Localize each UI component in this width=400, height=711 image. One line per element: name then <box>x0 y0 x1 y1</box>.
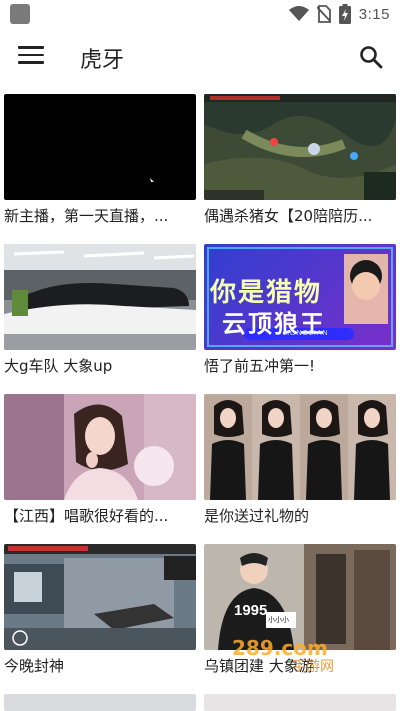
status-icons: 3:15 <box>288 4 390 24</box>
app-title: 虎牙 <box>80 48 125 73</box>
stream-title: 是你送过礼物的 <box>204 507 310 525</box>
site-watermark: 289.com 手游网 <box>232 636 382 676</box>
stream-thumbnail <box>4 394 196 500</box>
thumb-streamer-name: HONGLIAN <box>284 330 329 337</box>
wifi-icon <box>288 6 309 21</box>
stream-thumbnail <box>204 694 396 711</box>
battery-charging-icon <box>338 4 351 24</box>
thumb-shirt-text: 1995 <box>234 602 268 619</box>
watermark-subtitle: 手游网 <box>292 659 334 675</box>
search-icon[interactable] <box>358 44 384 70</box>
stream-title: 今晚封神 <box>4 657 65 675</box>
stream-thumbnail: 你是猎物 云顶狼王 HONGLIAN <box>204 244 396 350</box>
status-bar: 3:15 <box>0 0 400 28</box>
stream-title: 大g车队 大象up <box>4 357 113 375</box>
app-bar: 虎牙 <box>0 28 400 86</box>
stream-card[interactable]: 新主播，第一天直播，... <box>4 94 196 244</box>
stream-thumbnail <box>4 94 196 200</box>
stream-card[interactable]: 是你送过礼物的 <box>204 394 396 544</box>
stream-title: 【江西】唱歌很好看的... <box>4 507 169 525</box>
stream-card[interactable]: 今晚封神 <box>4 544 196 694</box>
stream-thumbnail <box>204 394 396 500</box>
stream-card[interactable]: 【江西】唱歌很好看的... <box>4 394 196 544</box>
stream-title: 偶遇杀猪女【20陪陪历... <box>204 207 373 225</box>
stream-thumbnail <box>4 544 196 650</box>
stream-card-partial[interactable] <box>204 694 396 711</box>
app-notification-icon <box>10 4 30 24</box>
stream-card-partial[interactable] <box>4 694 196 711</box>
stream-title: 悟了前五冲第一! <box>204 357 316 375</box>
stream-thumbnail <box>204 94 396 200</box>
no-sim-icon <box>316 5 331 23</box>
stream-card[interactable]: 你是猎物 云顶狼王 HONGLIAN 悟了前五冲第一! <box>204 244 396 394</box>
thumb-sign-text: 小小小 <box>268 616 289 624</box>
stream-title: 新主播，第一天直播，... <box>4 207 169 225</box>
stream-thumbnail <box>4 244 196 350</box>
status-time: 3:15 <box>358 5 390 23</box>
stream-thumbnail: 1995 小小小 <box>204 544 396 650</box>
stream-thumbnail <box>4 694 196 711</box>
stream-card[interactable]: 大g车队 大象up <box>4 244 196 394</box>
menu-button[interactable] <box>18 46 44 68</box>
stream-card[interactable]: 偶遇杀猪女【20陪陪历... <box>204 94 396 244</box>
menu-icon <box>18 46 44 49</box>
